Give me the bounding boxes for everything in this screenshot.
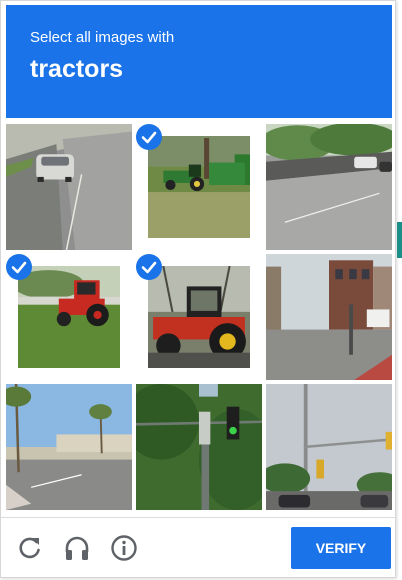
image-tile-2[interactable] bbox=[136, 124, 262, 250]
image-grid bbox=[6, 124, 392, 510]
street-buildings-image bbox=[266, 254, 392, 380]
image-tile-9[interactable] bbox=[266, 384, 392, 510]
image-tile-3[interactable] bbox=[266, 124, 392, 250]
selected-check-icon bbox=[136, 124, 162, 150]
captcha-header: Select all images with tractors bbox=[6, 5, 392, 118]
road-car-image bbox=[6, 124, 132, 250]
instruction-text: Select all images with bbox=[30, 29, 175, 46]
highway-image bbox=[266, 124, 392, 250]
info-icon[interactable] bbox=[109, 533, 139, 563]
red-tractor-closeup-image bbox=[148, 266, 250, 368]
footer-divider bbox=[1, 517, 397, 518]
background-page-edge bbox=[397, 222, 402, 258]
image-tile-5[interactable] bbox=[136, 254, 262, 380]
traffic-light-trees-image bbox=[136, 384, 262, 510]
red-tractor-image bbox=[18, 266, 120, 368]
captcha-dialog: Select all images with tractors VERIFY bbox=[0, 0, 397, 578]
image-tile-1[interactable] bbox=[6, 124, 132, 250]
reload-icon[interactable] bbox=[15, 533, 45, 563]
palm-street-image bbox=[6, 384, 132, 510]
image-tile-8[interactable] bbox=[136, 384, 262, 510]
image-tile-6[interactable] bbox=[266, 254, 392, 380]
target-keyword: tractors bbox=[30, 55, 124, 83]
image-tile-7[interactable] bbox=[6, 384, 132, 510]
verify-button[interactable]: VERIFY bbox=[291, 527, 391, 569]
selected-check-icon bbox=[6, 254, 32, 280]
headphones-icon[interactable] bbox=[62, 533, 92, 563]
green-tractor-image bbox=[148, 136, 250, 238]
selected-check-icon bbox=[136, 254, 162, 280]
traffic-lights-sky-image bbox=[266, 384, 392, 510]
image-tile-4[interactable] bbox=[6, 254, 132, 380]
